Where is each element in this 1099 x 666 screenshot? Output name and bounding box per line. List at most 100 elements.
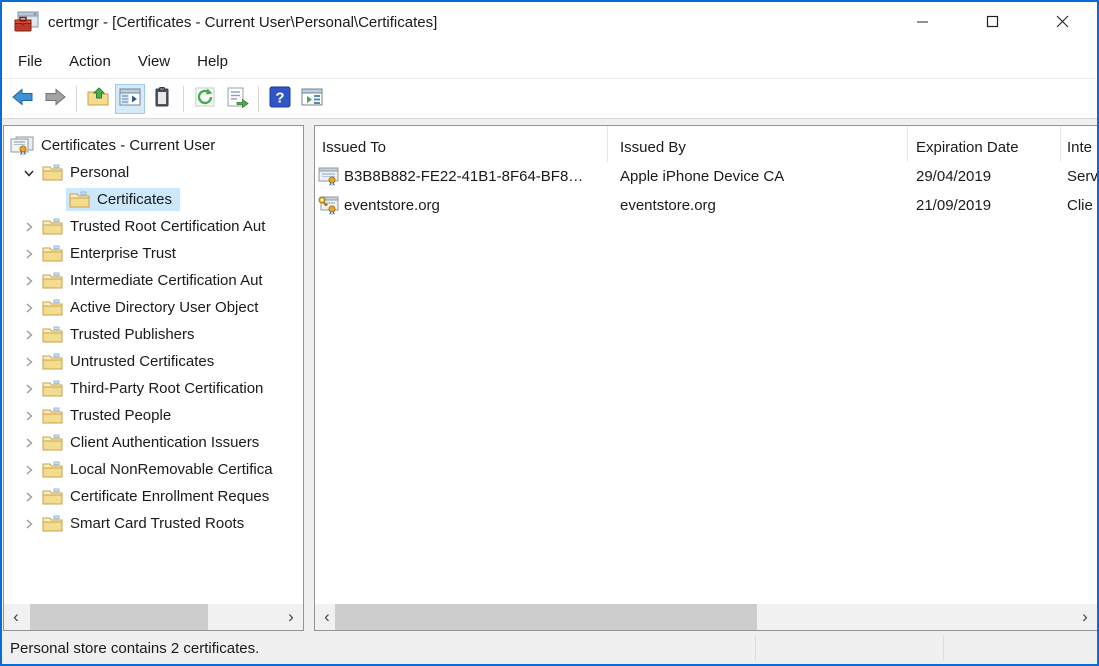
toolbar: ? [2,80,1097,119]
scroll-left-arrow[interactable]: ‹ [317,604,337,630]
chevron-right-icon[interactable] [16,356,42,368]
tree-selection-highlight: Certificates [66,188,180,211]
tree-horizontal-scrollbar: ‹ › [4,604,303,630]
tree-item-label: Trusted Publishers [70,326,195,343]
pane-splitter[interactable] [305,125,314,631]
chevron-right-icon[interactable] [16,464,42,476]
folder-icon [42,407,63,424]
menu-view[interactable]: View [138,49,170,74]
tree-item-certificates-selected[interactable]: Certificates [4,186,303,213]
tree-item-label: Certificates [97,191,172,208]
folder-icon [42,353,63,370]
chevron-right-icon[interactable] [16,437,42,449]
cell-issued-to: B3B8B882-FE22-41B1-8F64-BF8… [344,168,583,185]
tree-item-intermediate[interactable]: Intermediate Certification Aut [4,267,303,294]
tree-item-trusted-people[interactable]: Trusted People [4,402,303,429]
maximize-button[interactable] [957,2,1027,40]
tree-item-label: Certificates - Current User [41,137,215,154]
cell-intended-purposes: Serv [1061,168,1097,185]
clipboard-icon [150,86,174,113]
clipboard-button[interactable] [147,84,177,114]
status-text: Personal store contains 2 certificates. [10,640,259,657]
tree-item-client-auth[interactable]: Client Authentication Issuers [4,429,303,456]
minimize-button[interactable] [887,2,957,40]
scroll-right-arrow[interactable]: › [281,604,301,630]
status-bar: Personal store contains 2 certificates. [2,632,1097,664]
scrollbar-thumb[interactable] [335,604,757,630]
table-row-certificate-1[interactable]: B3B8B882-FE22-41B1-8F64-BF8… Apple iPhon… [315,162,1097,191]
list-horizontal-scrollbar: ‹ › [315,604,1097,630]
show-console-tree-toggle[interactable] [115,84,145,114]
console-tree-icon [118,86,142,113]
toolbar-separator [258,86,259,112]
tree-item-label: Enterprise Trust [70,245,176,262]
chevron-right-icon[interactable] [16,518,42,530]
up-one-level-button[interactable] [83,84,113,114]
menu-help[interactable]: Help [197,49,228,74]
tree-item-smart-card[interactable]: Smart Card Trusted Roots [4,510,303,537]
scrollbar-thumb[interactable] [30,604,208,630]
chevron-right-icon[interactable] [16,329,42,341]
tree-item-trusted-root[interactable]: Trusted Root Certification Aut [4,213,303,240]
back-icon [11,86,35,113]
scroll-left-arrow[interactable]: ‹ [6,604,26,630]
tree-item-enterprise-trust[interactable]: Enterprise Trust [4,240,303,267]
chevron-right-icon[interactable] [16,248,42,260]
tree-item-active-directory[interactable]: Active Directory User Object [4,294,303,321]
column-header-issued-by[interactable]: Issued By [608,126,908,162]
tree-item-label: Local NonRemovable Certifica [70,461,273,478]
column-header-intended-purposes[interactable]: Inte [1061,126,1097,162]
tree-item-label: Intermediate Certification Aut [70,272,263,289]
scroll-right-arrow[interactable]: › [1075,604,1095,630]
back-button[interactable] [8,84,38,114]
close-button[interactable] [1027,2,1097,40]
work-area: Certificates - Current User Personal Cer… [2,119,1097,632]
tree-item-label: Personal [70,164,129,181]
export-list-button[interactable] [222,84,252,114]
folder-icon [69,191,90,208]
column-header-issued-to[interactable]: Issued To [315,126,608,162]
certmgr-window: certmgr - [Certificates - Current User\P… [0,0,1099,666]
chevron-right-icon[interactable] [16,491,42,503]
tree-item-cert-enrollment[interactable]: Certificate Enrollment Reques [4,483,303,510]
chevron-right-icon[interactable] [16,383,42,395]
cell-issued-by: Apple iPhone Device CA [608,168,908,185]
chevron-right-icon[interactable] [16,275,42,287]
certificates-root-icon [10,136,34,156]
tree-item-personal[interactable]: Personal [4,159,303,186]
toolbar-separator [76,86,77,112]
folder-icon [42,434,63,451]
tree-item-third-party[interactable]: Third-Party Root Certification [4,375,303,402]
table-row-certificate-2[interactable]: eventstore.org eventstore.org 21/09/2019… [315,191,1097,220]
tree-item-certificates-current-user[interactable]: Certificates - Current User [4,132,303,159]
tree-item-label: Trusted People [70,407,171,424]
forward-button[interactable] [40,84,70,114]
menu-action[interactable]: Action [69,49,111,74]
console-tree-pane: Certificates - Current User Personal Cer… [3,125,304,631]
status-separator [943,635,944,661]
chevron-right-icon[interactable] [16,302,42,314]
tree-item-local-nonremovable[interactable]: Local NonRemovable Certifica [4,456,303,483]
help-button[interactable]: ? [265,84,295,114]
menu-file[interactable]: File [18,49,42,74]
cell-expiration-date: 29/04/2019 [908,168,1061,185]
tree-item-untrusted[interactable]: Untrusted Certificates [4,348,303,375]
title-bar: certmgr - [Certificates - Current User\P… [2,2,1097,45]
tree-item-label: Client Authentication Issuers [70,434,259,451]
forward-icon [43,86,67,113]
tree-item-trusted-publishers[interactable]: Trusted Publishers [4,321,303,348]
cell-issued-by: eventstore.org [608,197,908,214]
chevron-right-icon[interactable] [16,221,42,233]
certmgr-toolbox-icon[interactable] [14,11,40,40]
show-action-pane-toggle[interactable] [297,84,327,114]
refresh-button[interactable] [190,84,220,114]
column-header-expiration-date[interactable]: Expiration Date [908,126,1061,162]
tree-item-label: Untrusted Certificates [70,353,214,370]
svg-text:?: ? [275,89,284,106]
chevron-right-icon[interactable] [16,410,42,422]
status-separator [755,635,756,661]
chevron-down-icon[interactable] [16,167,42,179]
certificate-icon [318,167,339,186]
folder-up-icon [86,86,110,113]
refresh-icon [193,86,217,113]
